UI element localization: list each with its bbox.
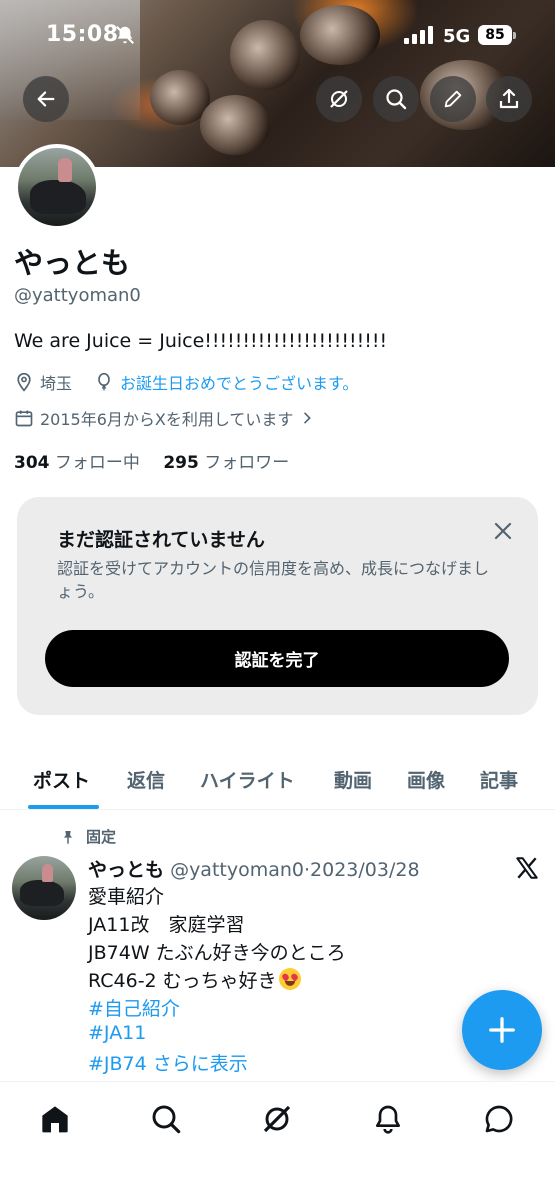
- post-text-line: JB74W たぶん好き今のところ: [88, 942, 346, 964]
- avatar-motorcycle: [30, 180, 86, 214]
- search-icon: [152, 1105, 181, 1134]
- back-arrow-icon: [37, 91, 55, 107]
- nav-messages[interactable]: [482, 1102, 516, 1136]
- post-text-line-with-emoji: RC46-2 むっちゃ好き: [88, 966, 301, 993]
- battery-indicator: 85: [478, 25, 512, 45]
- x-logo-icon[interactable]: [514, 855, 540, 881]
- status-time: 15:08: [46, 22, 119, 47]
- home-icon: [42, 1106, 68, 1133]
- close-icon[interactable]: [491, 519, 515, 543]
- follow-counts: 304 フォロー中 295 フォロワー: [14, 448, 289, 473]
- profile-tabs: ポスト 返信 ハイライト 動画 画像 記事: [0, 752, 555, 810]
- profile-meta-row: 埼玉 お誕生日おめでとうございます。: [14, 370, 358, 394]
- joined-row[interactable]: 2015年6月からXを利用しています: [14, 406, 315, 430]
- post-text-line: JA11改 家庭学習: [88, 914, 245, 936]
- followers-count: 295: [163, 453, 199, 473]
- active-tab-indicator: [28, 805, 99, 809]
- pinned-label: 固定: [86, 828, 117, 846]
- messages-icon: [485, 1105, 513, 1133]
- bottom-navigation: [0, 1081, 555, 1200]
- followers-label: フォロワー: [204, 453, 290, 473]
- post-text-line: 愛車紹介: [88, 886, 165, 908]
- profile-location: 埼玉: [40, 374, 73, 393]
- search-button[interactable]: [373, 76, 419, 122]
- grok-icon: [263, 1105, 291, 1133]
- nav-notifications[interactable]: [371, 1102, 405, 1136]
- hashtag-row: #JB74 さらに表示: [88, 1049, 248, 1076]
- verification-description: 認証を受けてアカウントの信用度を高め、成長につなげましょう。: [57, 559, 490, 601]
- edit-pencil-icon: [444, 90, 462, 108]
- pinned-indicator: 固定: [60, 826, 116, 847]
- banner-exhaust-pipe: [200, 95, 270, 155]
- plus-icon: [489, 1017, 515, 1043]
- heart-eyes-emoji-icon: [278, 968, 301, 990]
- avatar-rider: [42, 864, 53, 882]
- share-icon: [499, 88, 519, 109]
- show-more-link[interactable]: さらに表示: [153, 1053, 248, 1075]
- status-bar: 15:08 5G 85: [0, 18, 555, 56]
- post-header: やっとも @yattyoman0·2023/03/28: [88, 855, 420, 882]
- complete-verification-button[interactable]: 認証を完了: [45, 630, 509, 687]
- location-pin-icon: [17, 372, 31, 392]
- profile-bio: We are Juice = Juice!!!!!!!!!!!!!!!!!!!!…: [14, 330, 388, 352]
- tab-images[interactable]: 画像: [407, 766, 445, 793]
- profile-name: やっとも: [14, 246, 131, 280]
- back-button[interactable]: [23, 76, 69, 122]
- post-author-handle[interactable]: @yattyoman0: [170, 859, 304, 881]
- avatar-rider: [58, 158, 72, 182]
- post-text: RC46-2 むっちゃ好き: [88, 970, 277, 992]
- tab-articles[interactable]: 記事: [480, 766, 518, 793]
- notifications-bell-icon: [376, 1105, 400, 1134]
- nav-home[interactable]: [38, 1102, 72, 1136]
- profile-avatar[interactable]: [14, 144, 100, 230]
- hashtag-link[interactable]: #JA11: [88, 1022, 146, 1044]
- signal-icon: [404, 26, 433, 44]
- following-link[interactable]: 304 フォロー中: [14, 453, 140, 473]
- followers-link[interactable]: 295 フォロワー: [163, 453, 289, 473]
- compose-post-button[interactable]: [462, 990, 542, 1070]
- pin-icon: [64, 830, 72, 844]
- tab-videos[interactable]: 動画: [334, 766, 372, 793]
- chevron-right-icon: [304, 412, 312, 424]
- post-author-avatar[interactable]: [12, 856, 76, 920]
- verification-title: まだ認証されていません: [57, 529, 265, 551]
- grok-icon: [330, 90, 348, 108]
- hashtag-link[interactable]: #JB74: [88, 1053, 147, 1075]
- search-icon: [386, 89, 407, 110]
- battery-tip: [513, 32, 516, 39]
- verification-card: まだ認証されていません 認証を受けてアカウントの信用度を高め、成長につなげましょ…: [17, 497, 538, 715]
- tab-replies[interactable]: 返信: [127, 766, 165, 793]
- tab-posts[interactable]: ポスト: [33, 766, 90, 793]
- following-label: フォロー中: [54, 453, 140, 473]
- following-count: 304: [14, 453, 50, 473]
- post-author-name[interactable]: やっとも: [88, 859, 164, 881]
- profile-handle: @yattyoman0: [14, 285, 141, 306]
- calendar-icon: [15, 410, 33, 427]
- share-button[interactable]: [486, 76, 532, 122]
- grok-button[interactable]: [316, 76, 362, 122]
- network-type: 5G: [443, 26, 471, 47]
- balloon-icon: [98, 372, 110, 391]
- avatar-motorcycle: [20, 880, 64, 906]
- edit-profile-button[interactable]: [430, 76, 476, 122]
- joined-date: 2015年6月からXを利用しています: [40, 410, 294, 429]
- hashtag-link[interactable]: #自己紹介: [88, 994, 180, 1021]
- muted-bell-icon: [116, 26, 134, 44]
- nav-grok[interactable]: [260, 1102, 294, 1136]
- birthday-text[interactable]: お誕生日おめでとうございます。: [120, 370, 358, 394]
- nav-search[interactable]: [149, 1102, 183, 1136]
- post-date[interactable]: 2023/03/28: [310, 859, 420, 881]
- tab-highlights[interactable]: ハイライト: [200, 766, 295, 793]
